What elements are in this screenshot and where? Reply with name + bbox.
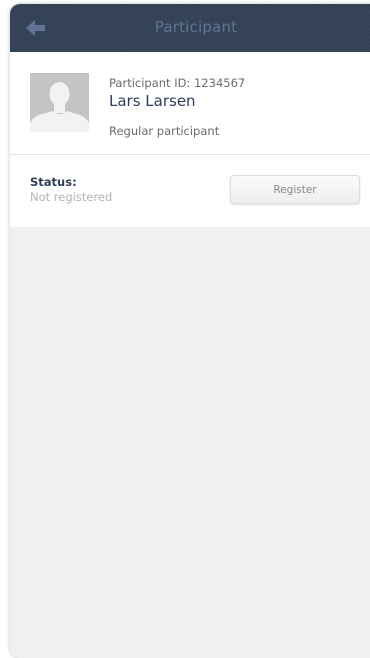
user-silhouette-icon [30, 73, 89, 132]
avatar [30, 73, 89, 132]
status-label: Status: [30, 175, 77, 189]
participant-name: Lars Larsen [109, 92, 196, 110]
participant-type: Regular participant [109, 124, 220, 138]
participant-id: Participant ID: 1234567 [109, 76, 246, 90]
page-title: Participant [154, 18, 238, 36]
header-bar: Participant [10, 4, 370, 52]
register-button[interactable]: Register [230, 175, 360, 204]
app-frame: Participant Participant ID: 1234567 Lars… [10, 4, 370, 658]
status-value: Not registered [30, 190, 113, 204]
status-section: Status: Not registered Register [10, 155, 370, 227]
participant-card: Participant ID: 1234567 Lars Larsen Regu… [10, 52, 370, 154]
content-area [10, 227, 370, 658]
